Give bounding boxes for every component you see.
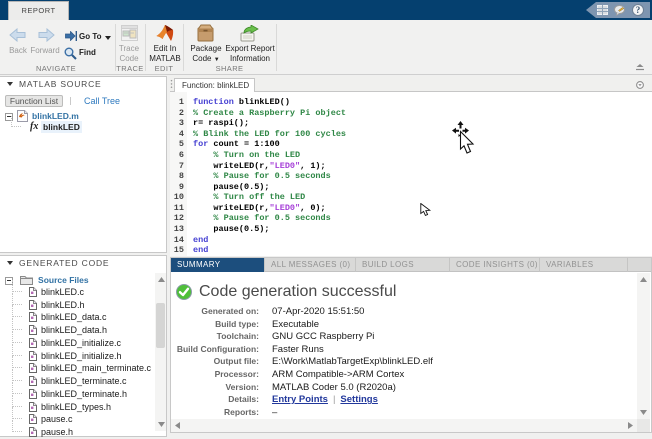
svg-text:?: ?: [636, 5, 641, 15]
